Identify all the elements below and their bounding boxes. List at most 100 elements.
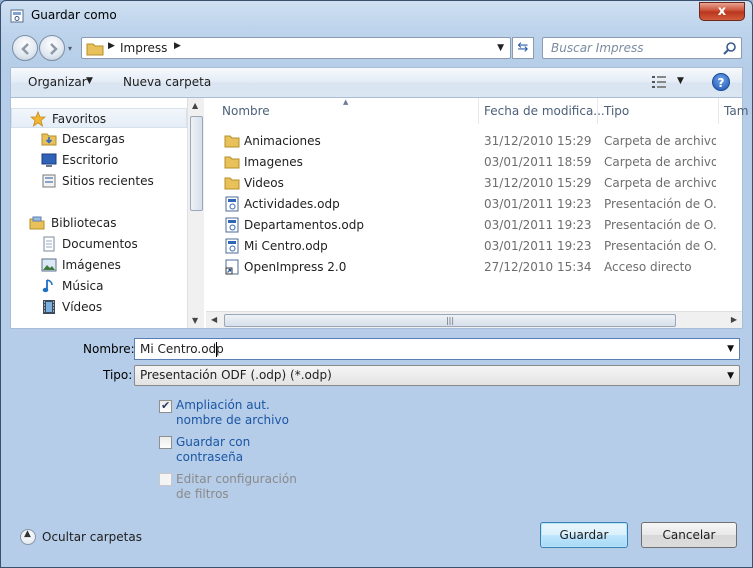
- scrollbar-thumb[interactable]: |||: [224, 314, 676, 327]
- desktop-icon: [41, 153, 57, 167]
- file-type: Carpeta de archivos: [604, 176, 716, 190]
- file-type: Carpeta de archivos: [604, 155, 716, 169]
- nav-pane-scrollbar[interactable]: ▲ ▼: [187, 98, 204, 328]
- nav-item-escritorio[interactable]: Escritorio: [11, 150, 187, 170]
- folder-icon: [224, 177, 240, 190]
- text-caret: [216, 342, 217, 357]
- file-type: Presentación de O...: [604, 197, 716, 211]
- presentation-file-icon: [225, 238, 239, 254]
- refresh-button[interactable]: ⇆: [512, 37, 534, 59]
- chevron-down-icon[interactable]: ▼: [86, 76, 93, 86]
- nav-label: Escritorio: [62, 153, 119, 167]
- presentation-file-icon: [225, 217, 239, 233]
- file-name-input[interactable]: Mi Centro.odp ▼: [134, 338, 740, 360]
- scrollbar-thumb[interactable]: [190, 116, 203, 211]
- folder-icon: [224, 156, 240, 169]
- recent-places-icon: [42, 174, 56, 188]
- file-list-horizontal-scrollbar[interactable]: ◀ ||| ▶: [206, 311, 742, 328]
- arrow-left-icon: [21, 43, 29, 55]
- search-input[interactable]: Buscar Impress: [542, 37, 742, 59]
- sort-ascending-icon: ▲: [343, 98, 349, 106]
- nav-label: Favoritos: [52, 112, 107, 126]
- hide-folders-label[interactable]: Ocultar carpetas: [42, 530, 142, 544]
- nav-item-musica[interactable]: Música: [11, 276, 187, 296]
- edit-filter-settings-label: Editar configuración de filtros: [176, 472, 297, 501]
- file-row[interactable]: Actividades.odp 03/01/2011 19:23 Present…: [206, 193, 742, 214]
- file-name-label: Nombre:: [83, 342, 135, 356]
- breadcrumb-chevron-icon[interactable]: ▶: [108, 41, 115, 51]
- nav-item-bibliotecas[interactable]: Bibliotecas: [11, 213, 187, 233]
- file-name: Mi Centro.odp: [244, 239, 328, 253]
- file-name: Animaciones: [244, 134, 321, 148]
- nav-item-favoritos[interactable]: Favoritos: [11, 108, 187, 128]
- address-dropdown-icon[interactable]: ▼: [497, 43, 504, 53]
- column-divider[interactable]: [718, 98, 719, 124]
- search-icon[interactable]: [722, 41, 737, 56]
- nav-item-documentos[interactable]: Documentos: [11, 234, 187, 254]
- nav-label: Sitios recientes: [62, 174, 154, 188]
- nav-label: Bibliotecas: [51, 216, 117, 230]
- column-divider[interactable]: [478, 98, 479, 124]
- save-with-password-checkbox[interactable]: [159, 436, 172, 449]
- file-type-select[interactable]: Presentación ODF (.odp) (*.odp) ▼: [134, 365, 740, 386]
- auto-extension-checkbox[interactable]: ✔: [159, 399, 172, 413]
- file-name: Departamentos.odp: [244, 218, 364, 232]
- address-bar[interactable]: ▶ Impress ▶ ▼: [81, 37, 511, 59]
- column-header-type[interactable]: Tipo: [604, 104, 629, 118]
- back-button[interactable]: [12, 35, 38, 61]
- scroll-left-icon[interactable]: ◀: [211, 315, 217, 324]
- file-type: Acceso directo: [604, 260, 692, 274]
- folder-icon: [224, 135, 240, 148]
- view-options-icon[interactable]: [651, 75, 667, 89]
- file-date: 31/12/2010 15:29: [484, 134, 592, 148]
- content-area: Favoritos Descargas Escritorio Sitios re…: [10, 97, 748, 329]
- file-date: 03/01/2011 19:23: [484, 239, 592, 253]
- file-date: 03/01/2011 18:59: [484, 155, 592, 169]
- file-date: 03/01/2011 19:23: [484, 218, 592, 232]
- nav-label: Música: [62, 279, 104, 293]
- file-type: Presentación de O...: [604, 239, 716, 253]
- nav-item-videos[interactable]: Vídeos: [11, 297, 187, 317]
- save-with-password-label[interactable]: Guardar con contraseña: [176, 435, 306, 465]
- command-bar: Organizar ▼ Nueva carpeta ▼ ?: [10, 67, 743, 97]
- nav-item-imagenes[interactable]: Imágenes: [11, 255, 187, 275]
- cancel-button[interactable]: Cancelar: [641, 522, 737, 548]
- column-header-size[interactable]: Tam: [724, 104, 748, 118]
- file-row[interactable]: Animaciones 31/12/2010 15:29 Carpeta de …: [206, 130, 742, 151]
- save-button[interactable]: Guardar: [540, 522, 628, 548]
- chevron-down-icon[interactable]: ▼: [727, 371, 734, 381]
- file-row[interactable]: Mi Centro.odp 03/01/2011 19:23 Presentac…: [206, 235, 742, 256]
- chevron-down-icon[interactable]: ▼: [727, 344, 734, 354]
- videos-icon: [43, 300, 55, 314]
- file-type: Presentación de O...: [604, 218, 716, 232]
- scroll-down-icon[interactable]: ▼: [192, 316, 198, 325]
- column-divider[interactable]: [597, 98, 598, 124]
- nav-item-descargas[interactable]: Descargas: [11, 129, 187, 149]
- chevron-up-icon[interactable]: ▲: [20, 529, 36, 545]
- forward-button[interactable]: [39, 35, 65, 61]
- file-row[interactable]: OpenImpress 2.0 27/12/2010 15:34 Acceso …: [206, 256, 742, 277]
- new-folder-button[interactable]: Nueva carpeta: [123, 75, 211, 89]
- arrow-right-icon: [50, 43, 58, 55]
- window-title: Guardar como: [31, 8, 117, 22]
- breadcrumb-chevron-icon[interactable]: ▶: [174, 41, 181, 51]
- column-header-date[interactable]: Fecha de modifica...: [484, 104, 605, 118]
- file-type-value: Presentación ODF (.odp) (*.odp): [140, 368, 332, 382]
- navigation-pane: Favoritos Descargas Escritorio Sitios re…: [11, 98, 204, 328]
- breadcrumb-impress[interactable]: Impress: [120, 41, 167, 55]
- file-row[interactable]: Imagenes 03/01/2011 18:59 Carpeta de arc…: [206, 151, 742, 172]
- view-dropdown-icon[interactable]: ▼: [677, 76, 684, 86]
- file-row[interactable]: Departamentos.odp 03/01/2011 19:23 Prese…: [206, 214, 742, 235]
- star-icon: [30, 111, 46, 127]
- checkmark-icon: ✔: [161, 399, 171, 412]
- column-header-name[interactable]: Nombre: [222, 104, 270, 118]
- organize-menu[interactable]: Organizar: [28, 75, 87, 89]
- file-row[interactable]: Videos 31/12/2010 15:29 Carpeta de archi…: [206, 172, 742, 193]
- recent-locations-dropdown[interactable]: ▾: [68, 44, 77, 53]
- nav-item-sitios-recientes[interactable]: Sitios recientes: [11, 171, 187, 191]
- scroll-up-icon[interactable]: ▲: [192, 101, 198, 110]
- scroll-right-icon[interactable]: ▶: [731, 315, 737, 324]
- auto-extension-label[interactable]: Ampliación aut. nombre de archivo: [176, 398, 306, 428]
- help-icon[interactable]: ?: [712, 73, 730, 91]
- close-button[interactable]: x: [699, 2, 745, 21]
